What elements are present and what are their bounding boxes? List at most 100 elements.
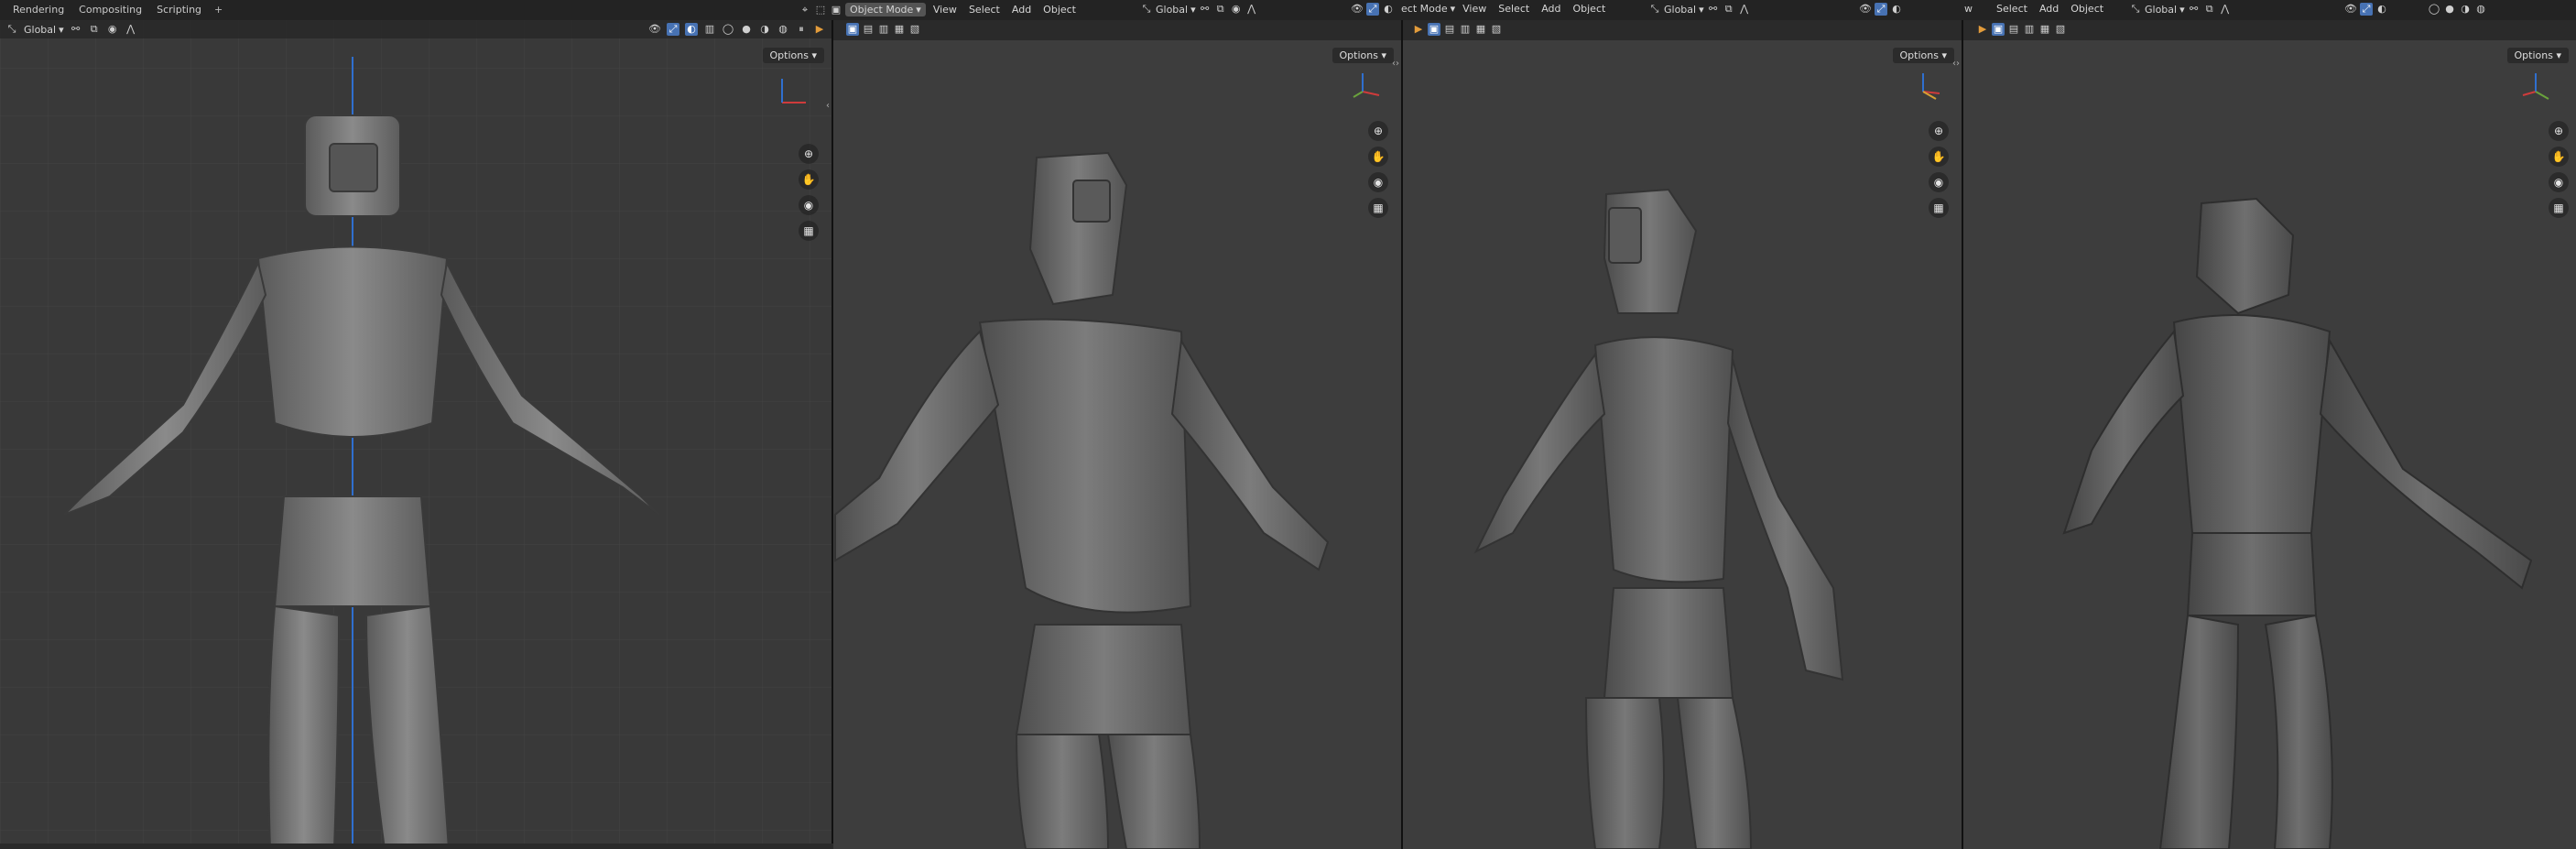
menu-add-3[interactable]: Add	[1537, 3, 1565, 15]
options-button-1[interactable]: Options ▾	[762, 48, 824, 63]
add-workspace-button[interactable]: +	[209, 3, 228, 17]
viewport-2[interactable]: ▣ ▤ ▥ ▦ ▧ Options ▾ ⊕ ✋ ◉ ▦ ‹›	[833, 20, 1403, 849]
menu-select[interactable]: Select	[964, 4, 1005, 16]
select-intersect-icon[interactable]: ▧	[908, 23, 921, 36]
hand-pan-icon[interactable]: ✋	[1929, 147, 1949, 167]
axis-gizmo-2[interactable]	[1346, 68, 1383, 104]
visibility-icon-4[interactable]: 👁	[2344, 3, 2357, 16]
gizmo-toggle-icon[interactable]: ⤢	[1366, 3, 1379, 16]
visibility-icon[interactable]: 👁	[1351, 3, 1364, 16]
shading-wire-icon[interactable]: ◯	[2428, 3, 2440, 16]
select-extend-icon-3[interactable]: ▤	[1443, 23, 1456, 36]
grid-icon[interactable]: ▦	[1929, 198, 1949, 218]
select-new-icon-3[interactable]: ▣	[1428, 23, 1440, 36]
hand-pan-icon[interactable]: ✋	[799, 169, 819, 190]
viewport-front[interactable]: ⤡ Global ▾ ⚯ ⧉ ◉ ⋀ 👁 ⤢ ◐ ▥ ◯ ● ◑ ◍ ⏸ ▶ O…	[0, 20, 833, 849]
select-invert-icon-3[interactable]: ▦	[1474, 23, 1487, 36]
orientation-dropdown-3[interactable]: Global ▾	[1664, 4, 1704, 16]
overlay-icon-3[interactable]: ◐	[1890, 3, 1903, 16]
shading-solid-icon-1[interactable]: ●	[740, 23, 753, 36]
pivot-icon-1[interactable]: ⚯	[70, 23, 82, 36]
select-extend-icon[interactable]: ▤	[862, 23, 875, 36]
orientation-dropdown-1[interactable]: Global ▾	[24, 24, 64, 36]
collapse-arrow-1[interactable]: ‹	[826, 101, 830, 111]
shading-solid-icon[interactable]: ●	[2443, 3, 2456, 16]
menu-add-4[interactable]: Add	[2035, 3, 2063, 15]
render-region-icon[interactable]: ▶	[813, 23, 826, 36]
zoom-icon[interactable]: ⊕	[799, 144, 819, 164]
proportional-icon-1[interactable]: ◉	[106, 23, 119, 36]
overlay-icon-1[interactable]: ◐	[685, 23, 698, 36]
camera-icon[interactable]: ◉	[1368, 172, 1388, 192]
snap-icon-4[interactable]: ⧉	[2203, 3, 2216, 16]
pivot-icon-4[interactable]: ⚯	[2188, 3, 2201, 16]
menu-object-3[interactable]: Object	[1568, 3, 1610, 15]
menu-select-3[interactable]: Select	[1494, 3, 1534, 15]
zoom-icon[interactable]: ⊕	[1368, 121, 1388, 141]
shading-wire-icon-1[interactable]: ◯	[722, 23, 734, 36]
shading-render-icon-1[interactable]: ◍	[777, 23, 789, 36]
visibility-icon-3[interactable]: 👁	[1859, 3, 1872, 16]
select-intersect-icon-4[interactable]: ▧	[2054, 23, 2067, 36]
shading-material-icon[interactable]: ◑	[2459, 3, 2472, 16]
select-subtract-icon-4[interactable]: ▥	[2023, 23, 2036, 36]
axis-gizmo-3[interactable]	[1907, 68, 1943, 104]
axis-gizmo-1[interactable]	[773, 75, 810, 112]
hand-pan-icon[interactable]: ✋	[1368, 147, 1388, 167]
proportional-icon[interactable]: ◉	[1230, 3, 1243, 16]
menu-view[interactable]: View	[929, 4, 962, 16]
menu-object-4[interactable]: Object	[2066, 3, 2108, 15]
overlay-icon[interactable]: ◐	[1382, 3, 1395, 16]
collapse-arrow-3[interactable]: ‹›	[1952, 59, 1960, 69]
falloff-icon-1[interactable]: ⋀	[125, 23, 137, 36]
snap-icon[interactable]: ⧉	[1214, 3, 1227, 16]
select-subtract-icon-3[interactable]: ▥	[1459, 23, 1472, 36]
grid-icon[interactable]: ▦	[799, 221, 819, 241]
gizmo-toggle-icon-4[interactable]: ⤢	[2360, 3, 2373, 16]
tab-scripting[interactable]: Scripting	[149, 3, 209, 17]
select-subtract-icon[interactable]: ▥	[877, 23, 890, 36]
falloff-icon-4[interactable]: ⋀	[2219, 3, 2232, 16]
shading-render-icon[interactable]: ◍	[2474, 3, 2487, 16]
select-extend-icon-4[interactable]: ▤	[2007, 23, 2020, 36]
zoom-icon[interactable]: ⊕	[2549, 121, 2569, 141]
select-invert-icon-4[interactable]: ▦	[2038, 23, 2051, 36]
zoom-icon[interactable]: ⊕	[1929, 121, 1949, 141]
axis-gizmo-4[interactable]	[2517, 68, 2554, 104]
pivot-icon[interactable]: ⚯	[1199, 3, 1212, 16]
cursor-tool-icon[interactable]: ⌖	[799, 4, 811, 16]
grid-icon[interactable]: ▦	[2549, 198, 2569, 218]
orientation-dropdown-4[interactable]: Global ▾	[2145, 4, 2185, 16]
options-button-2[interactable]: Options ▾	[1331, 48, 1394, 63]
tab-compositing[interactable]: Compositing	[71, 3, 149, 17]
camera-icon[interactable]: ◉	[2549, 172, 2569, 192]
camera-icon[interactable]: ◉	[1929, 172, 1949, 192]
shading-material-icon-1[interactable]: ◑	[758, 23, 771, 36]
play-icon-3[interactable]: ▶	[1412, 23, 1425, 36]
hand-pan-icon[interactable]: ✋	[2549, 147, 2569, 167]
select-new-icon[interactable]: ▣	[846, 23, 859, 36]
select-box-icon[interactable]: ⬚	[814, 4, 827, 16]
menu-object[interactable]: Object	[1038, 4, 1081, 16]
viewport-4[interactable]: ▶ ▣ ▤ ▥ ▦ ▧ Options ▾ ⊕ ✋ ◉ ▦	[1963, 20, 2576, 849]
falloff-icon[interactable]: ⋀	[1245, 3, 1258, 16]
mode-dropdown[interactable]: Object Mode ▾	[845, 3, 926, 16]
snap-icon-1[interactable]: ⧉	[88, 23, 101, 36]
select-new-icon-4[interactable]: ▣	[1992, 23, 2005, 36]
gizmo-toggle-icon-1[interactable]: ⤢	[667, 23, 679, 36]
menu-add[interactable]: Add	[1007, 4, 1036, 16]
options-button-4[interactable]: Options ▾	[2506, 48, 2569, 63]
xray-icon-1[interactable]: ▥	[703, 23, 716, 36]
menu-view-3[interactable]: View	[1458, 3, 1491, 15]
menu-select-4[interactable]: Select	[1992, 3, 2032, 15]
grid-icon[interactable]: ▦	[1368, 198, 1388, 218]
pivot-icon-3[interactable]: ⚯	[1707, 3, 1720, 16]
select-intersect-icon-3[interactable]: ▧	[1490, 23, 1503, 36]
collapse-arrow-2[interactable]: ‹›	[1392, 59, 1399, 69]
visibility-icon-1[interactable]: 👁	[648, 23, 661, 36]
mode-dropdown-3[interactable]: ect Mode ▾	[1401, 3, 1455, 15]
falloff-icon-3[interactable]: ⋀	[1738, 3, 1751, 16]
select-invert-icon[interactable]: ▦	[893, 23, 906, 36]
tab-rendering[interactable]: Rendering	[5, 3, 71, 17]
orientation-dropdown[interactable]: Global ▾	[1156, 4, 1196, 16]
